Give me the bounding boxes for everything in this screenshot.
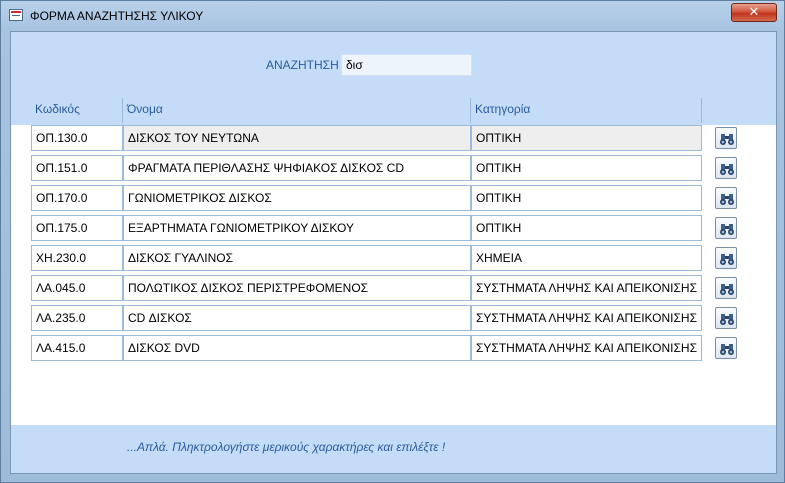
title-bar[interactable]: ΦΟΡΜΑ ΑΝΑΖΗΤΗΣΗΣ ΥΛΙΚΟΥ ✕ [1, 1, 784, 31]
open-item-button[interactable] [715, 337, 737, 359]
open-item-button[interactable] [715, 187, 737, 209]
open-item-button[interactable] [715, 127, 737, 149]
row-name-cell[interactable]: ΕΞΑΡΤΗΜΑΤΑ ΓΩΝΙΟΜΕΤΡΙΚΟΥ ΔΙΣΚΟΥ [123, 215, 471, 241]
search-label: ΑΝΑΖΗΤΗΣΗ [266, 58, 339, 72]
binoculars-icon [720, 254, 734, 265]
row-category-cell[interactable]: ΟΠΤΙΚΗ [471, 185, 702, 211]
binoculars-icon [720, 224, 734, 235]
row-name-cell[interactable]: ΔΙΣΚΟΣ ΤΟΥ ΝΕΥΤΩΝΑ [123, 125, 471, 151]
column-header-name: Όνομα [123, 98, 471, 123]
binoculars-icon [720, 164, 734, 175]
footer-hint: ...Απλά. Πληκτρολογήστε μερικούς χαρακτή… [127, 440, 446, 454]
row-category-cell[interactable]: ΣΥΣΤΗΜΑΤΑ ΛΗΨΗΣ ΚΑΙ ΑΠΕΙΚΟΝΙΣΗΣ [471, 305, 702, 331]
row-code-cell[interactable]: ΟΠ.151.0 [31, 155, 123, 181]
row-code-cell[interactable]: ΛΑ.235.0 [31, 305, 123, 331]
column-header-category: Κατηγορία [471, 98, 702, 123]
close-button[interactable]: ✕ [731, 3, 777, 22]
row-name-cell[interactable]: ΠΟΛΩΤΙΚΟΣ ΔΙΣΚΟΣ ΠΕΡΙΣΤΡΕΦΟΜΕΝΟΣ [123, 275, 471, 301]
row-category-cell[interactable]: ΣΥΣΤΗΜΑΤΑ ΛΗΨΗΣ ΚΑΙ ΑΠΕΙΚΟΝΙΣΗΣ [471, 275, 702, 301]
form-header: ΑΝΑΖΗΤΗΣΗ Κωδικός Όνομα Κατηγορία [11, 32, 776, 125]
table-row[interactable]: ΛΑ.235.0 CD ΔΙΣΚΟΣ ΣΥΣΤΗΜΑΤΑ ΛΗΨΗΣ ΚΑΙ ΑΠΕ… [31, 305, 702, 331]
binoculars-icon [720, 284, 734, 295]
row-code-cell[interactable]: ΟΠ.130.0 [31, 125, 123, 151]
search-input[interactable] [341, 54, 472, 76]
row-code-cell[interactable]: ΟΠ.170.0 [31, 185, 123, 211]
table-row[interactable]: ΧΗ.230.0 ΔΙΣΚΟΣ ΓΥΑΛΙΝΟΣ ΧΗΜΕΙΑ [31, 245, 702, 271]
row-name-cell[interactable]: ΦΡΑΓΜΑΤΑ ΠΕΡΙΘΛΑΣΗΣ ΨΗΦΙΑΚΟΣ ΔΙΣΚΟΣ CD [123, 155, 471, 181]
form-icon [9, 9, 23, 21]
table-row[interactable]: ΟΠ.151.0 ΦΡΑΓΜΑΤΑ ΠΕΡΙΘΛΑΣΗΣ ΨΗΦΙΑΚΟΣ ΔΙΣ… [31, 155, 702, 181]
binoculars-icon [720, 344, 734, 355]
column-header-code: Κωδικός [31, 98, 123, 123]
table-row[interactable]: ΟΠ.175.0 ΕΞΑΡΤΗΜΑΤΑ ΓΩΝΙΟΜΕΤΡΙΚΟΥ ΔΙΣΚΟΥ Ο… [31, 215, 702, 241]
row-code-cell[interactable]: ΟΠ.175.0 [31, 215, 123, 241]
table-row[interactable]: ΛΑ.045.0 ΠΟΛΩΤΙΚΟΣ ΔΙΣΚΟΣ ΠΕΡΙΣΤΡΕΦΟΜΕΝΟΣ… [31, 275, 702, 301]
row-category-cell[interactable]: ΧΗΜΕΙΑ [471, 245, 702, 271]
row-category-cell[interactable]: ΟΠΤΙΚΗ [471, 215, 702, 241]
open-item-button[interactable] [715, 247, 737, 269]
open-item-button[interactable] [715, 217, 737, 239]
row-category-cell[interactable]: ΟΠΤΙΚΗ [471, 155, 702, 181]
row-code-cell[interactable]: ΧΗ.230.0 [31, 245, 123, 271]
search-window: ΦΟΡΜΑ ΑΝΑΖΗΤΗΣΗΣ ΥΛΙΚΟΥ ✕ ΑΝΑΖΗΤΗΣΗ Κωδι… [0, 0, 785, 483]
row-name-cell[interactable]: ΔΙΣΚΟΣ ΓΥΑΛΙΝΟΣ [123, 245, 471, 271]
row-name-cell[interactable]: ΓΩΝΙΟΜΕΤΡΙΚΟΣ ΔΙΣΚΟΣ [123, 185, 471, 211]
binoculars-icon [720, 194, 734, 205]
open-item-button[interactable] [715, 307, 737, 329]
open-item-button[interactable] [715, 277, 737, 299]
row-code-cell[interactable]: ΛΑ.045.0 [31, 275, 123, 301]
table-row[interactable]: ΟΠ.130.0 ΔΙΣΚΟΣ ΤΟΥ ΝΕΥΤΩΝΑ ΟΠΤΙΚΗ [31, 125, 702, 151]
binoculars-icon [720, 314, 734, 325]
window-title: ΦΟΡΜΑ ΑΝΑΖΗΤΗΣΗΣ ΥΛΙΚΟΥ [30, 9, 204, 23]
table-row[interactable]: ΛΑ.415.0 ΔΙΣΚΟΣ DVD ΣΥΣΤΗΜΑΤΑ ΛΗΨΗΣ ΚΑΙ ΑΠ… [31, 335, 702, 361]
row-code-cell[interactable]: ΛΑ.415.0 [31, 335, 123, 361]
row-category-cell[interactable]: ΣΥΣΤΗΜΑΤΑ ΛΗΨΗΣ ΚΑΙ ΑΠΕΙΚΟΝΙΣΗΣ [471, 335, 702, 361]
row-category-cell[interactable]: ΟΠΤΙΚΗ [471, 125, 702, 151]
table-row[interactable]: ΟΠ.170.0 ΓΩΝΙΟΜΕΤΡΙΚΟΣ ΔΙΣΚΟΣ ΟΠΤΙΚΗ [31, 185, 702, 211]
row-name-cell[interactable]: ΔΙΣΚΟΣ DVD [123, 335, 471, 361]
row-name-cell[interactable]: CD ΔΙΣΚΟΣ [123, 305, 471, 331]
binoculars-icon [720, 134, 734, 145]
form-client-area: ΑΝΑΖΗΤΗΣΗ Κωδικός Όνομα Κατηγορία ΟΠ.130… [10, 31, 777, 474]
open-item-button[interactable] [715, 157, 737, 179]
